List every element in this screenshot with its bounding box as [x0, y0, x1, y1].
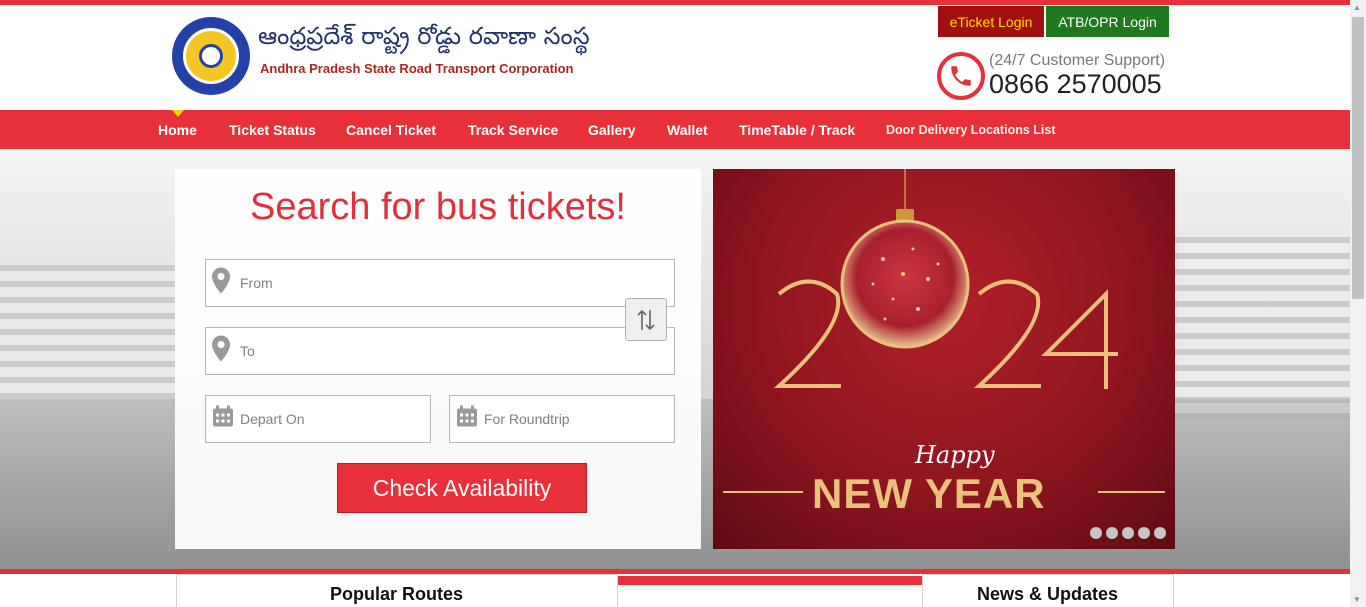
popular-routes-title: Popular Routes	[330, 584, 464, 604]
support-label: (24/7 Customer Support)	[989, 52, 1166, 69]
carousel-dot-3[interactable]	[1122, 527, 1134, 539]
logo-wheel-icon	[183, 28, 239, 84]
from-field[interactable]: From	[205, 259, 675, 307]
carousel-dot-4[interactable]	[1138, 527, 1150, 539]
scrollbar-thumb[interactable]	[1352, 17, 1364, 299]
calendar-icon	[212, 405, 234, 433]
banner-new-year-text: NEW YEAR	[812, 470, 1046, 517]
calendar-icon	[456, 405, 478, 433]
nav-ticket-status[interactable]: Ticket Status	[229, 110, 316, 149]
carousel-dot-5[interactable]	[1154, 527, 1166, 539]
depart-placeholder: Depart On	[240, 411, 305, 427]
nav-gallery[interactable]: Gallery	[588, 110, 635, 149]
news-updates-title: News & Updates	[977, 584, 1119, 604]
location-pin-icon	[212, 267, 230, 299]
banner-happy-text: Happy	[915, 441, 995, 469]
nav-wallet[interactable]: Wallet	[667, 110, 708, 149]
atb-opr-login-button[interactable]: ATB/OPR Login	[1046, 6, 1169, 37]
scroll-up-arrow[interactable]: ▲	[1353, 3, 1361, 12]
active-nav-indicator	[172, 110, 184, 117]
scroll-down-arrow[interactable]: ▼	[1353, 595, 1361, 604]
nav-track-service[interactable]: Track Service	[468, 110, 558, 149]
main-navigation: Home Ticket Status Cancel Ticket Track S…	[0, 110, 1350, 149]
support-phone-number: 0866 2570005	[989, 69, 1162, 99]
carousel-dot-1[interactable]	[1090, 527, 1102, 539]
nav-timetable-track[interactable]: TimeTable / Track	[739, 110, 855, 149]
to-field[interactable]: To	[205, 327, 675, 375]
apsrtc-logo[interactable]	[172, 17, 250, 95]
center-panel-tab	[618, 576, 922, 585]
roundtrip-date-field[interactable]: For Roundtrip	[449, 395, 675, 443]
to-placeholder: To	[240, 343, 255, 359]
swap-arrows-icon	[637, 309, 655, 330]
roundtrip-placeholder: For Roundtrip	[484, 411, 570, 427]
nav-cancel-ticket[interactable]: Cancel Ticket	[346, 110, 436, 149]
eticket-login-button[interactable]: eTicket Login	[938, 6, 1044, 37]
carousel-dot-2[interactable]	[1106, 527, 1118, 539]
phone-icon	[937, 52, 985, 100]
brand-name-telugu: ఆంధ్రప్రదేశ్ రాష్ట్ర రోడ్డు రవాణా సంస్థ	[258, 22, 590, 50]
nav-door-delivery[interactable]: Door Delivery Locations List	[886, 110, 1055, 149]
from-placeholder: From	[240, 275, 273, 291]
location-pin-icon	[212, 335, 230, 367]
check-availability-button[interactable]: Check Availability	[337, 463, 587, 513]
swap-route-button[interactable]	[625, 298, 667, 341]
brand-name-english: Andhra Pradesh State Road Transport Corp…	[260, 61, 574, 76]
depart-date-field[interactable]: Depart On	[205, 395, 431, 443]
